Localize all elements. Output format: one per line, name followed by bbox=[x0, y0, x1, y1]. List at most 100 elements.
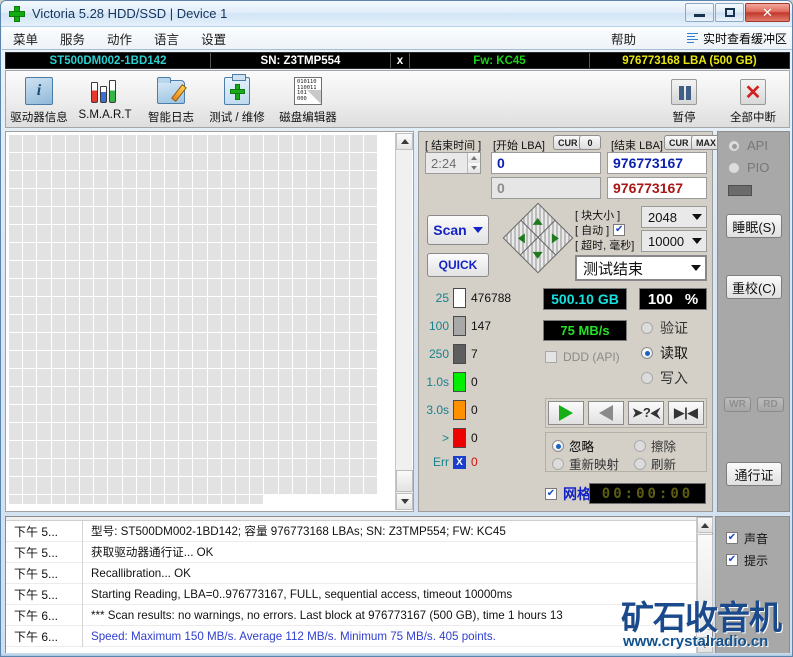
log-panel: 下午 5... 型号: ST500DM002-1BD142; 容量 976773… bbox=[5, 516, 713, 654]
toolbar-smart-button[interactable]: S.M.A.R.T bbox=[72, 71, 138, 127]
ddd-api-checkbox[interactable]: ✔ bbox=[545, 351, 557, 363]
toolbar-pause-button[interactable]: 暂停 bbox=[651, 71, 717, 127]
test-end-action-select[interactable]: 测试结束 bbox=[575, 255, 707, 281]
log-scroll-thumb[interactable] bbox=[697, 534, 713, 630]
log-row[interactable]: 下午 5... 型号: ST500DM002-1BD142; 容量 976773… bbox=[6, 520, 712, 542]
scan-grid-cells[interactable] bbox=[9, 135, 394, 504]
sound-option-row[interactable]: ✔ 声音 bbox=[716, 527, 789, 549]
scan-grid-cell bbox=[207, 405, 221, 422]
defect-ignore-radio[interactable] bbox=[552, 439, 564, 452]
pio-radio[interactable] bbox=[728, 161, 740, 174]
legend-color-swatch bbox=[453, 316, 466, 336]
menu-item-settings[interactable]: 设置 bbox=[190, 27, 237, 50]
recalibrate-button[interactable]: 重校(C) bbox=[726, 275, 782, 299]
grid-scrollbar[interactable] bbox=[395, 133, 413, 510]
buffer-lines-icon bbox=[686, 32, 698, 44]
api-mode-row[interactable]: API bbox=[728, 138, 768, 153]
mode-read-radio[interactable] bbox=[641, 347, 653, 359]
scan-grid[interactable] bbox=[9, 135, 394, 504]
defect-erase-row[interactable]: 擦除 bbox=[634, 436, 676, 455]
scan-button[interactable]: Scan bbox=[427, 215, 489, 245]
log-scroll-down-icon[interactable] bbox=[697, 637, 713, 653]
mode-write-row[interactable]: 写入 bbox=[641, 368, 688, 388]
log-row[interactable]: 下午 5... Recallibration... OK bbox=[6, 562, 712, 584]
navigation-dpad[interactable] bbox=[502, 202, 574, 274]
log-row[interactable]: 下午 6... Speed: Maximum 150 MB/s. Average… bbox=[6, 625, 712, 647]
close-button[interactable]: ✕ bbox=[745, 3, 790, 22]
mode-read-row[interactable]: 读取 bbox=[641, 343, 688, 363]
play-button[interactable] bbox=[548, 401, 584, 425]
random-seek-button[interactable]: ➤?⮜ bbox=[628, 401, 664, 425]
scan-grid-cell bbox=[335, 297, 349, 314]
defect-erase-radio[interactable] bbox=[634, 439, 646, 452]
minimize-button[interactable] bbox=[685, 3, 714, 22]
scan-grid-cell bbox=[37, 405, 51, 422]
auto-block-size-row[interactable]: [ 自动 ] ✔ bbox=[575, 222, 626, 238]
hint-option-row[interactable]: ✔ 提示 bbox=[716, 549, 789, 571]
defect-refresh-row[interactable]: 刷新 bbox=[634, 454, 676, 473]
scan-grid-cell bbox=[193, 369, 207, 386]
scan-grid-cell bbox=[264, 261, 278, 278]
menu-item-file[interactable]: 菜单 bbox=[2, 27, 49, 50]
menu-item-help[interactable]: 帮助 bbox=[600, 27, 647, 50]
log-row[interactable]: 下午 5... Starting Reading, LBA=0..9767731… bbox=[6, 583, 712, 605]
defect-remap-radio[interactable] bbox=[552, 457, 564, 470]
auto-checkbox[interactable]: ✔ bbox=[613, 224, 626, 236]
grid-scroll-down-icon[interactable] bbox=[396, 493, 413, 510]
log-row[interactable]: 下午 5... 获取驱动器通行证... OK bbox=[6, 541, 712, 563]
passport-button[interactable]: 通行证 bbox=[726, 462, 782, 486]
menu-item-action[interactable]: 动作 bbox=[96, 27, 143, 50]
start-lba-input[interactable]: 0 bbox=[491, 152, 601, 174]
maximize-button[interactable] bbox=[715, 3, 744, 22]
api-radio[interactable] bbox=[728, 139, 740, 152]
menu-item-language[interactable]: 语言 bbox=[143, 27, 190, 50]
seek-end-button[interactable]: ▶|◀ bbox=[668, 401, 704, 425]
hint-checkbox[interactable]: ✔ bbox=[726, 554, 738, 566]
scan-grid-cell bbox=[9, 171, 23, 188]
log-scrollbar[interactable] bbox=[696, 517, 713, 653]
toolbar-abort-button[interactable]: ✕ 全部中断 bbox=[717, 71, 789, 127]
menu-item-service[interactable]: 服务 bbox=[49, 27, 96, 50]
defect-ignore-row[interactable]: 忽略 bbox=[552, 436, 594, 455]
scan-grid-cell bbox=[136, 153, 150, 170]
scan-grid-cell bbox=[9, 225, 23, 242]
buffer-view-control[interactable]: 实时查看缓冲区 bbox=[686, 30, 792, 47]
scan-grid-panel[interactable] bbox=[5, 131, 414, 512]
defect-refresh-radio[interactable] bbox=[634, 457, 646, 470]
grid-checkbox[interactable]: ✔ bbox=[545, 488, 557, 500]
timeout-select[interactable]: 10000 bbox=[641, 230, 707, 252]
sound-checkbox[interactable]: ✔ bbox=[726, 532, 738, 544]
start-lba-zero-button[interactable]: 0 bbox=[579, 135, 601, 150]
toolbar-smart-log-button[interactable]: 智能日志 bbox=[138, 71, 204, 127]
scan-grid-cell bbox=[150, 333, 165, 350]
scan-grid-cell bbox=[108, 135, 122, 152]
defect-remap-row[interactable]: 重新映射 bbox=[552, 454, 619, 473]
grid-toggle-row[interactable]: ✔ 网格 bbox=[545, 484, 591, 504]
sleep-button[interactable]: 睡眠(S) bbox=[726, 214, 782, 238]
scan-grid-cell bbox=[51, 297, 65, 314]
rd-button[interactable]: RD bbox=[757, 397, 784, 412]
end-lba-input[interactable]: 976773167 bbox=[607, 152, 707, 174]
mode-write-radio[interactable] bbox=[641, 372, 653, 384]
mode-verify-row[interactable]: 验证 bbox=[641, 318, 688, 338]
main-area: [ 结束时间 ] [开始 LBA] CUR 0 [结束 LBA] CUR MAX… bbox=[5, 131, 790, 514]
wr-button[interactable]: WR bbox=[724, 397, 751, 412]
toolbar-drive-info-button[interactable]: i 驱动器信息 bbox=[6, 71, 72, 127]
toolbar-disk-editor-button[interactable]: 010110 110011 101000 0001 磁盘编辑器 bbox=[270, 71, 346, 127]
scan-grid-cell bbox=[51, 387, 65, 404]
grid-scroll-up-icon[interactable] bbox=[396, 133, 413, 150]
ddd-api-row[interactable]: ✔ DDD (API) bbox=[545, 350, 620, 364]
mode-verify-radio[interactable] bbox=[641, 322, 653, 334]
quick-button[interactable]: QUICK bbox=[427, 253, 489, 277]
block-size-select[interactable]: 2048 bbox=[641, 206, 707, 228]
log-row[interactable]: 下午 6... *** Scan results: no warnings, n… bbox=[6, 604, 712, 626]
end-lba-cur-button[interactable]: CUR bbox=[664, 135, 694, 150]
log-scroll-up-icon[interactable] bbox=[697, 517, 713, 533]
end-time-spinner[interactable]: 2:24 bbox=[425, 152, 481, 174]
scan-grid-cell bbox=[9, 261, 23, 278]
end-time-spinner-arrows[interactable] bbox=[467, 153, 480, 173]
pio-mode-row[interactable]: PIO bbox=[728, 160, 769, 175]
toolbar-test-repair-button[interactable]: 测试 / 维修 bbox=[204, 71, 270, 127]
grid-scroll-thumb[interactable] bbox=[396, 470, 413, 492]
reverse-button[interactable] bbox=[588, 401, 624, 425]
